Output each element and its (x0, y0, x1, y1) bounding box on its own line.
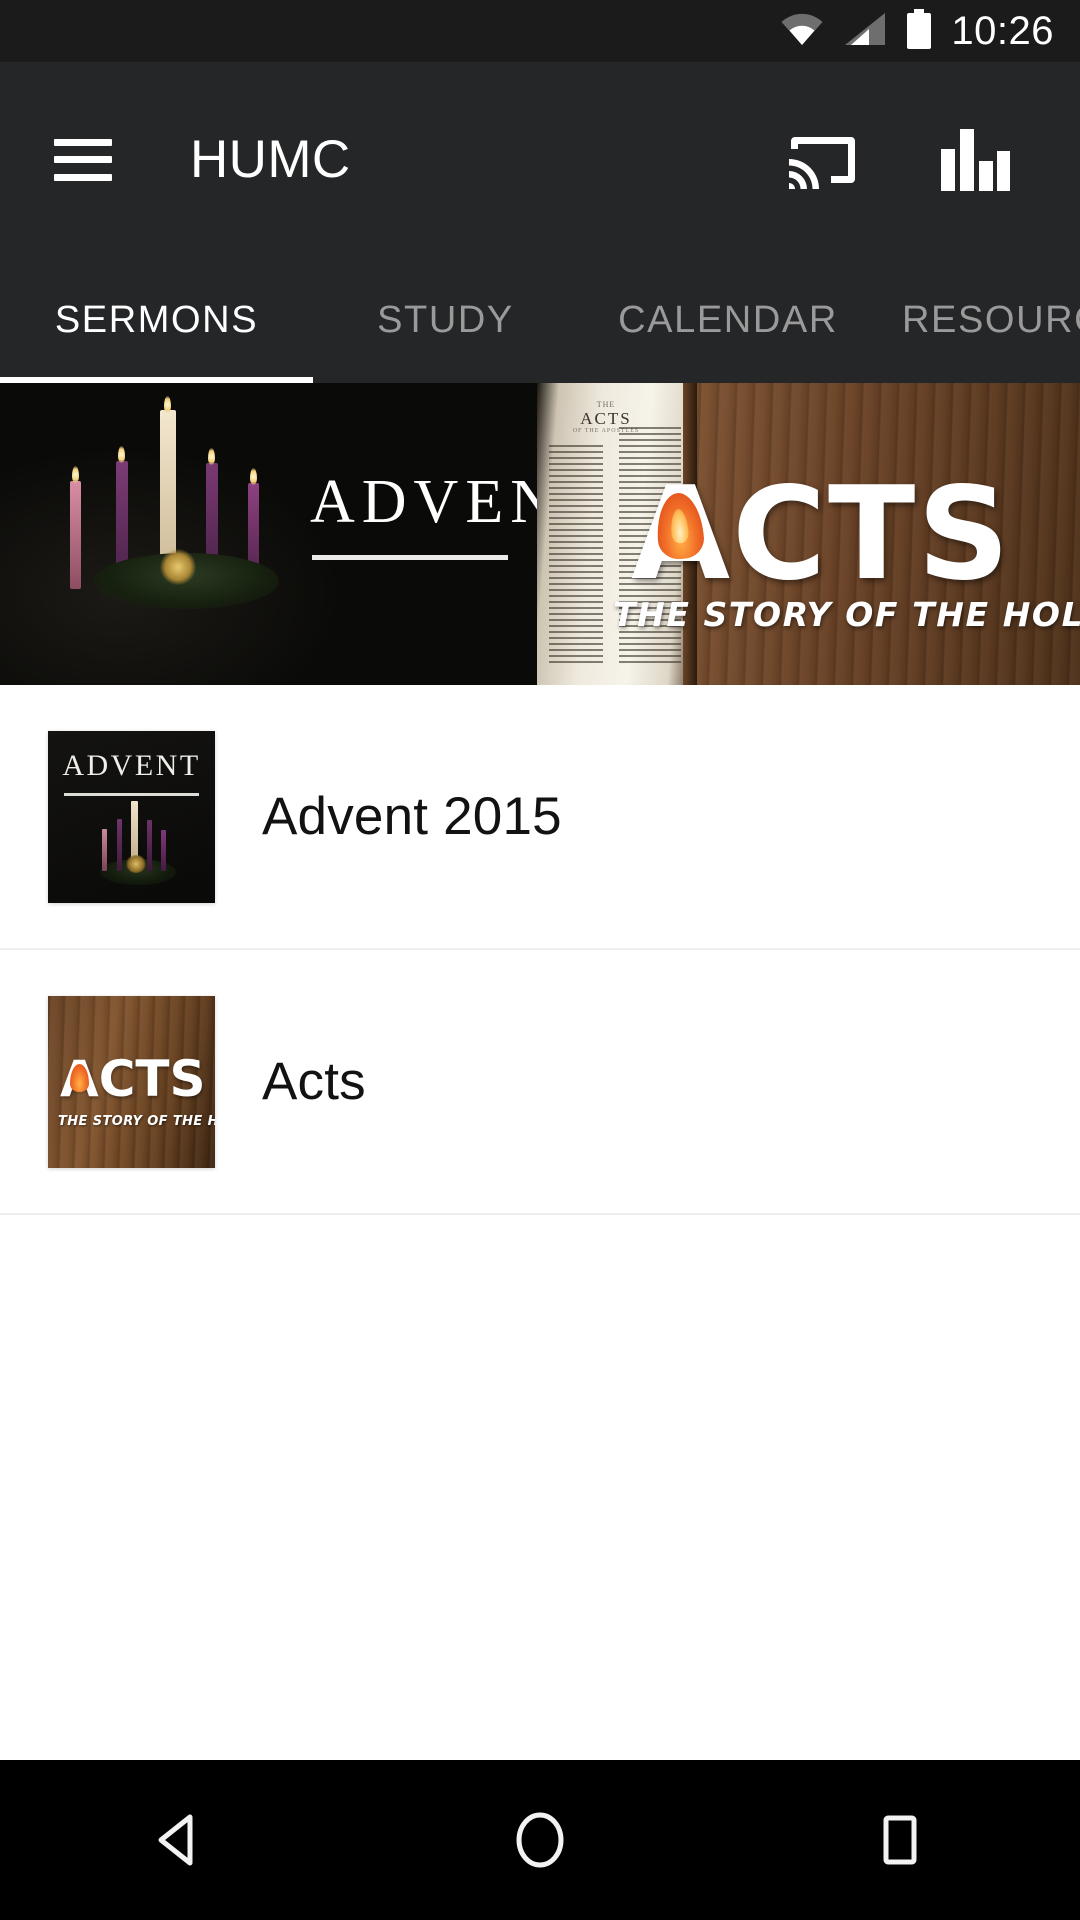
app-toolbar: HUMC (0, 62, 1080, 257)
bible-heading-sub: OF THE APOSTLES (572, 428, 640, 435)
candle-1 (70, 481, 81, 589)
nav-home-button[interactable] (460, 1760, 620, 1920)
advent-candles-art (48, 396, 279, 637)
app-screen: 10:26 HUMC SERMONS STUDY CALENDAR RESOUR… (0, 0, 1080, 1920)
acts-thumbnail: ACTS THE STORY OF THE HOLY SPIRIT (48, 995, 215, 1168)
status-bar-icons (779, 8, 933, 54)
status-bar: 10:26 (0, 0, 1080, 62)
candle-flame-center (164, 396, 171, 413)
nav-recents-button[interactable] (820, 1760, 980, 1920)
candle-flame-5 (250, 468, 257, 485)
advent-thumbnail: ADVENT (48, 730, 215, 903)
android-navigation-bar (0, 1760, 1080, 1920)
hero-carousel[interactable]: ADVENT THE ACTS OF THE APOSTLES ACTS THE… (0, 383, 1080, 685)
thumb-candle-1 (102, 828, 107, 871)
nav-back-button[interactable] (100, 1760, 260, 1920)
list-item[interactable]: ACTS THE STORY OF THE HOLY SPIRIT Acts (0, 950, 1080, 1213)
tab-calendar[interactable]: CALENDAR (578, 301, 878, 339)
list-item[interactable]: ADVENT Advent 2015 (0, 685, 1080, 948)
cellular-signal-icon (843, 12, 887, 51)
hamburger-line-1 (54, 138, 112, 146)
candle-flame-2 (118, 446, 125, 463)
acts-banner-subtitle: THE STORY OF THE HOLY SPIRIT (613, 595, 1080, 634)
sermon-series-list: ADVENT Advent 2015 ACTS THE STORY OF THE… (0, 685, 1080, 1760)
advent-star-ornament (160, 549, 196, 585)
thumb-candle-5 (161, 829, 166, 871)
battery-icon (905, 8, 933, 54)
hamburger-line-3 (54, 173, 112, 181)
thumb-star-ornament (126, 854, 146, 873)
bible-heading-main: ACTS (580, 408, 632, 428)
thumb-subtitle-acts: THE STORY OF THE HOLY SPIRIT (58, 1113, 215, 1129)
tab-bar: SERMONS STUDY CALENDAR RESOURCES (0, 257, 1080, 383)
status-bar-clock: 10:26 (951, 9, 1054, 53)
candle-flame-1 (72, 466, 79, 483)
tab-sermons[interactable]: SERMONS (0, 301, 313, 339)
bible-text-column-left (549, 445, 603, 667)
hamburger-line-2 (54, 156, 112, 163)
cast-icon[interactable] (784, 121, 862, 199)
hero-slide-acts[interactable]: THE ACTS OF THE APOSTLES ACTS THE STORY … (537, 383, 1080, 685)
thumb-candle-4 (147, 819, 152, 871)
list-item-label: Advent 2015 (262, 787, 562, 846)
bible-page-heading: THE ACTS OF THE APOSTLES (563, 400, 649, 435)
thumb-candle-2 (117, 818, 122, 871)
wifi-icon (779, 12, 825, 51)
advent-banner-title: ADVENT (310, 468, 537, 536)
equalizer-icon[interactable] (936, 121, 1014, 199)
tab-resources[interactable]: RESOURCES (878, 301, 1080, 339)
tab-study[interactable]: STUDY (313, 301, 578, 339)
hero-slide-advent[interactable]: ADVENT (0, 383, 537, 685)
thumb-title-underline (64, 792, 199, 796)
bible-heading-top: THE (596, 400, 616, 409)
page-title: HUMC (190, 130, 351, 189)
list-item-label: Acts (262, 1052, 366, 1111)
list-divider (0, 1213, 1080, 1215)
hamburger-menu-icon[interactable] (54, 138, 112, 181)
thumb-title-advent: ADVENT (62, 748, 201, 782)
advent-title-underline (312, 555, 508, 560)
candle-flame-4 (208, 448, 215, 465)
toolbar-actions (784, 121, 1080, 199)
